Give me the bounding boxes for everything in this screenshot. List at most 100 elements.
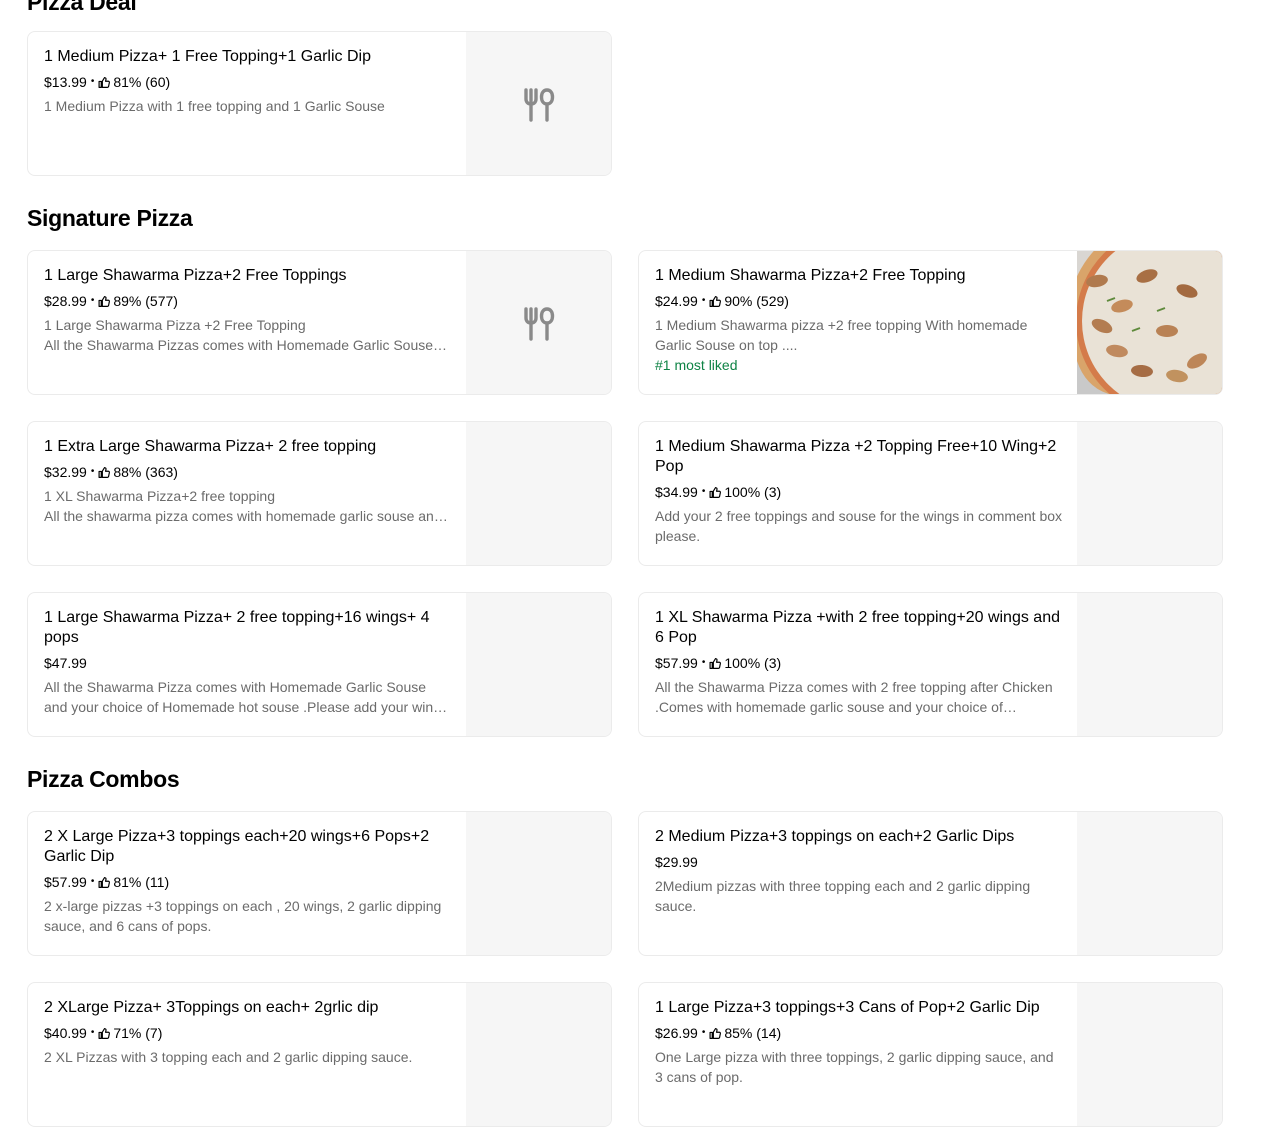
menu-item-image-placeholder	[466, 983, 611, 1126]
thumbs-up-icon	[709, 486, 722, 499]
menu-item-image-placeholder	[1077, 593, 1222, 736]
utensils-icon	[521, 306, 557, 342]
meta-separator: •	[90, 295, 95, 306]
menu-item-rating: 100% (3)	[724, 484, 782, 500]
menu-item-info: 1 Medium Shawarma Pizza +2 Topping Free+…	[655, 437, 1063, 546]
menu-item-rating: 81% (11)	[113, 874, 170, 890]
thumbs-up-icon	[709, 1027, 722, 1040]
menu-item-description: 2 XL Pizzas with 3 topping each and 2 ga…	[44, 1049, 413, 1065]
meta-separator: •	[90, 1027, 95, 1038]
menu-item-meta: $28.99 • 89% (577)	[44, 291, 452, 311]
menu-item-card[interactable]: 2 X Large Pizza+3 toppings each+20 wings…	[27, 811, 612, 956]
menu-item-price: $57.99	[655, 655, 698, 671]
menu-item-image-placeholder	[1077, 812, 1222, 955]
thumbs-up-icon	[98, 295, 111, 308]
menu-item-info: 1 Medium Shawarma Pizza+2 Free Topping $2…	[655, 266, 1063, 375]
menu-item-card[interactable]: 1 Large Shawarma Pizza+ 2 free topping+1…	[27, 592, 612, 737]
menu-item-image-placeholder	[466, 32, 611, 175]
thumbs-up-icon	[98, 1027, 111, 1040]
menu-item-meta: $40.99 • 71% (7)	[44, 1023, 452, 1043]
thumbs-up-icon	[98, 466, 111, 479]
menu-item-name: 1 XL Shawarma Pizza +with 2 free topping…	[655, 609, 1060, 646]
menu-item-description: 2 x-large pizzas +3 toppings on each , 2…	[44, 898, 442, 934]
section-title-pizza-combos: Pizza Combos	[27, 766, 180, 792]
menu-item-info: 2 X Large Pizza+3 toppings each+20 wings…	[44, 827, 452, 936]
menu-item-meta: $57.99 • 81% (11)	[44, 872, 452, 892]
most-liked-badge: #1 most liked	[655, 357, 738, 373]
thumbs-up-icon	[709, 295, 722, 308]
menu-item-info: 1 Extra Large Shawarma Pizza+ 2 free top…	[44, 437, 452, 526]
menu-item-price: $57.99	[44, 874, 87, 890]
menu-item-name: 2 XLarge Pizza+ 3Toppings on each+ 2grli…	[44, 999, 379, 1016]
menu-item-description: 1 XL Shawarma Pizza+2 free topping All t…	[44, 488, 442, 524]
menu-item-card[interactable]: 1 Extra Large Shawarma Pizza+ 2 free top…	[27, 421, 612, 566]
meta-separator: •	[90, 466, 95, 477]
menu-item-card[interactable]: 1 Medium Pizza+ 1 Free Topping+1 Garlic …	[27, 31, 612, 176]
menu-item-card[interactable]: 1 Large Shawarma Pizza+2 Free Toppings $2…	[27, 250, 612, 395]
meta-separator: •	[90, 876, 95, 887]
menu-item-name: 1 Large Shawarma Pizza+ 2 free topping+1…	[44, 609, 430, 646]
menu-item-rating: 85% (14)	[724, 1025, 782, 1041]
menu-item-price: $24.99	[655, 293, 698, 309]
section-title-signature-pizza: Signature Pizza	[27, 205, 193, 231]
menu-item-image-placeholder	[466, 422, 611, 565]
menu-item-info: 1 Large Pizza+3 toppings+3 Cans of Pop+2…	[655, 998, 1063, 1087]
menu-item-price: $47.99	[44, 655, 87, 671]
menu-item-description: 1 Large Shawarma Pizza +2 Free Topping A…	[44, 317, 434, 353]
menu-item-meta: $34.99 • 100% (3)	[655, 482, 1063, 502]
meta-separator: •	[701, 486, 706, 497]
menu-item-card[interactable]: 2 XLarge Pizza+ 3Toppings on each+ 2grli…	[27, 982, 612, 1127]
utensils-icon	[521, 87, 557, 123]
menu-item-name: 2 X Large Pizza+3 toppings each+20 wings…	[44, 828, 430, 865]
menu-item-meta: $26.99 • 85% (14)	[655, 1023, 1063, 1043]
menu-item-rating: 90% (529)	[724, 293, 789, 309]
menu-item-rating: 100% (3)	[724, 655, 782, 671]
menu-item-image-placeholder	[466, 251, 611, 394]
menu-item-meta: $13.99 • 81% (60)	[44, 72, 452, 92]
menu-item-rating: 71% (7)	[113, 1025, 163, 1041]
menu-item-info: 1 Large Shawarma Pizza+ 2 free topping+1…	[44, 608, 452, 717]
menu-item-description: One Large pizza with three toppings, 2 g…	[655, 1049, 1054, 1085]
meta-separator: •	[90, 76, 95, 87]
menu-item-price: $32.99	[44, 464, 87, 480]
menu-item-meta: $47.99	[44, 653, 452, 673]
menu-item-price: $29.99	[655, 854, 698, 870]
menu-item-price: $28.99	[44, 293, 87, 309]
menu-item-description: 2Medium pizzas with three topping each a…	[655, 878, 1031, 914]
menu-item-name: 1 Medium Shawarma Pizza +2 Topping Free+…	[655, 438, 1057, 475]
menu-item-name: 1 Large Pizza+3 toppings+3 Cans of Pop+2…	[655, 999, 1040, 1016]
meta-separator: •	[701, 1027, 706, 1038]
menu-item-price: $34.99	[655, 484, 698, 500]
menu-item-name: 1 Medium Pizza+ 1 Free Topping+1 Garlic …	[44, 48, 371, 65]
menu-item-info: 2 XLarge Pizza+ 3Toppings on each+ 2grli…	[44, 998, 452, 1067]
menu-item-image-placeholder	[1077, 422, 1222, 565]
section-title-pizza-deal: Pizza Deal	[27, 0, 137, 15]
menu-item-meta: $57.99 • 100% (3)	[655, 653, 1063, 673]
menu-item-info: 1 Medium Pizza+ 1 Free Topping+1 Garlic …	[44, 47, 452, 116]
menu-item-description: 1 Medium Pizza with 1 free topping and 1…	[44, 98, 385, 114]
menu-item-description: All the Shawarma Pizza comes with Homema…	[44, 679, 448, 715]
menu-item-price: $13.99	[44, 74, 87, 90]
menu-item-image-placeholder	[466, 812, 611, 955]
menu-item-image-placeholder	[466, 593, 611, 736]
menu-item-card[interactable]: 1 Medium Shawarma Pizza +2 Topping Free+…	[638, 421, 1223, 566]
menu-item-card[interactable]: 2 Medium Pizza+3 toppings on each+2 Garl…	[638, 811, 1223, 956]
thumbs-up-icon	[709, 657, 722, 670]
menu-item-card[interactable]: 1 Large Pizza+3 toppings+3 Cans of Pop+2…	[638, 982, 1223, 1127]
menu-item-info: 1 Large Shawarma Pizza+2 Free Toppings $2…	[44, 266, 452, 355]
menu-item-meta: $32.99 • 88% (363)	[44, 462, 452, 482]
thumbs-up-icon	[98, 76, 111, 89]
menu-item-card[interactable]: 1 XL Shawarma Pizza +with 2 free topping…	[638, 592, 1223, 737]
menu-item-photo	[1077, 251, 1222, 394]
menu-item-name: 1 Extra Large Shawarma Pizza+ 2 free top…	[44, 438, 377, 455]
menu-item-card[interactable]: 1 Medium Shawarma Pizza+2 Free Topping $2…	[638, 250, 1223, 395]
menu-item-description: 1 Medium Shawarma pizza +2 free topping …	[655, 317, 1028, 353]
menu-item-name: 2 Medium Pizza+3 toppings on each+2 Garl…	[655, 828, 1015, 845]
menu-item-info: 2 Medium Pizza+3 toppings on each+2 Garl…	[655, 827, 1063, 916]
meta-separator: •	[701, 657, 706, 668]
menu-item-price: $26.99	[655, 1025, 698, 1041]
meta-separator: •	[701, 295, 706, 306]
menu-item-info: 1 XL Shawarma Pizza +with 2 free topping…	[655, 608, 1063, 717]
menu-item-description: All the Shawarma Pizza comes with 2 free…	[655, 679, 1053, 715]
thumbs-up-icon	[98, 876, 111, 889]
